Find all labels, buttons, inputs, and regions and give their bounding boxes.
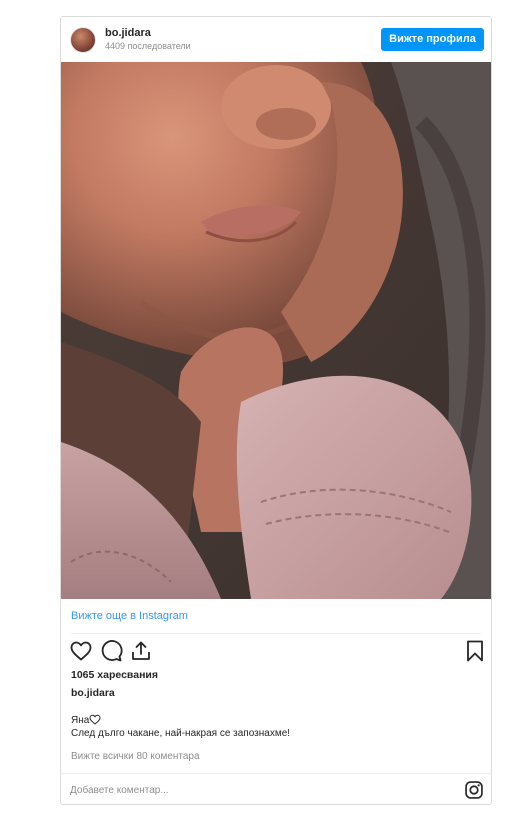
- bookmark-icon[interactable]: [463, 639, 487, 663]
- comment-input[interactable]: [70, 780, 450, 800]
- caption-line-title: Яна: [71, 714, 290, 727]
- likes-count[interactable]: 1065 харесвания: [71, 669, 158, 682]
- action-bar: [69, 639, 485, 665]
- caption-name: Яна: [71, 715, 90, 726]
- post-owner-username[interactable]: bo.jidara: [71, 687, 115, 700]
- instagram-logo-icon[interactable]: [464, 780, 484, 800]
- heart-emoji-icon: [89, 714, 101, 725]
- view-profile-button[interactable]: Вижте профила: [381, 28, 484, 51]
- caption-text: След дълго чакане, най-накрая се запозна…: [71, 728, 291, 739]
- avatar[interactable]: [70, 27, 96, 53]
- username[interactable]: bo.jidara: [105, 27, 191, 40]
- comment-icon[interactable]: [99, 639, 123, 663]
- followers-count: 4409 последователи: [105, 41, 191, 51]
- heart-icon[interactable]: [69, 639, 93, 663]
- user-block: bo.jidara 4409 последователи: [105, 27, 191, 52]
- share-icon[interactable]: [129, 639, 153, 663]
- instagram-embed-card: bo.jidara 4409 последователи Вижте профи…: [60, 16, 492, 805]
- post-photo[interactable]: [61, 62, 491, 599]
- comment-row: [61, 773, 491, 804]
- view-more-on-instagram-link[interactable]: Вижте още в Instagram: [71, 609, 188, 623]
- post-header: bo.jidara 4409 последователи Вижте профи…: [61, 17, 491, 62]
- divider: [71, 633, 481, 634]
- post-caption: Яна След дълго чакане, най-накрая се зап…: [71, 714, 290, 740]
- photo-newborn-image: [61, 62, 491, 599]
- view-all-comments-link[interactable]: Вижте всички 80 коментара: [71, 750, 200, 763]
